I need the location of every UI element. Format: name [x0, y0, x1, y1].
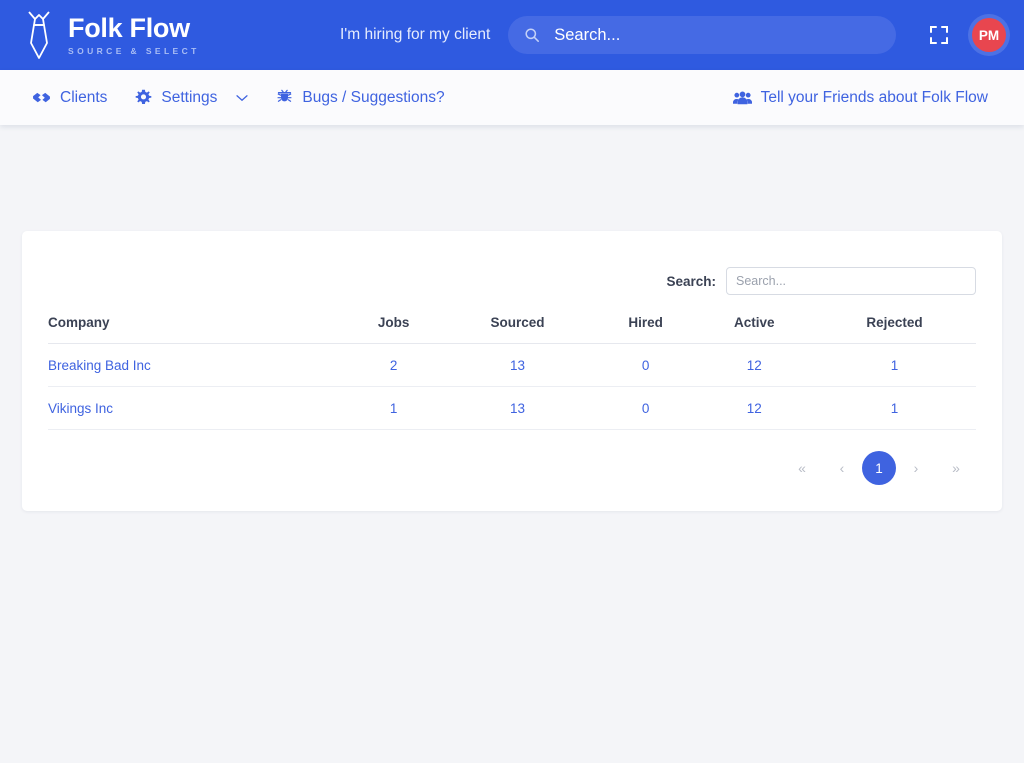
active-link[interactable]: 12 — [747, 401, 762, 416]
cell-active: 12 — [695, 343, 813, 387]
cell-sourced: 13 — [439, 343, 596, 387]
search-icon — [524, 27, 540, 43]
global-search-box[interactable] — [508, 16, 897, 54]
header-right-actions: PM — [928, 18, 1006, 52]
column-header-rejected[interactable]: Rejected — [813, 315, 976, 344]
table-row: Breaking Bad Inc 2 13 0 12 1 — [48, 343, 976, 387]
main-navigation-bar: Clients Settings Bugs / Suggestions? Tel… — [0, 70, 1024, 125]
rejected-link[interactable]: 1 — [891, 358, 899, 373]
column-header-company[interactable]: Company — [48, 315, 348, 344]
active-link[interactable]: 12 — [747, 358, 762, 373]
clients-table: Company Jobs Sourced Hired Active Reject… — [48, 315, 976, 430]
table-header-row: Company Jobs Sourced Hired Active Reject… — [48, 315, 976, 344]
table-header: Company Jobs Sourced Hired Active Reject… — [48, 315, 976, 344]
table-search-label: Search: — [666, 273, 716, 289]
avatar[interactable]: PM — [972, 18, 1006, 52]
column-header-jobs[interactable]: Jobs — [348, 315, 440, 344]
nav-right-group: Tell your Friends about Folk Flow — [719, 89, 1002, 107]
cell-hired: 0 — [595, 343, 696, 387]
pagination-last[interactable]: » — [936, 451, 976, 485]
tie-icon — [22, 9, 56, 61]
nav-item-tell-your-friends[interactable]: Tell your Friends about Folk Flow — [719, 89, 1002, 107]
brand-tagline: SOURCE & SELECT — [68, 45, 200, 56]
cell-company: Vikings Inc — [48, 386, 348, 430]
clients-table-card: Search: Company Jobs Sourced Hired Activ… — [22, 231, 1002, 511]
table-search-input[interactable] — [726, 267, 976, 295]
jobs-link[interactable]: 1 — [390, 401, 398, 416]
nav-item-settings[interactable]: Settings — [121, 89, 262, 107]
global-search-input[interactable] — [552, 24, 881, 46]
nav-item-bugs-suggestions[interactable]: Bugs / Suggestions? — [262, 89, 458, 107]
cell-rejected: 1 — [813, 386, 976, 430]
hired-link[interactable]: 0 — [642, 358, 650, 373]
gear-icon — [135, 89, 152, 106]
pagination-next[interactable]: › — [896, 451, 936, 485]
nav-item-label: Clients — [60, 88, 108, 106]
hired-link[interactable]: 0 — [642, 401, 650, 416]
fullscreen-expand-icon[interactable] — [928, 24, 950, 46]
column-header-hired[interactable]: Hired — [595, 315, 696, 344]
cell-jobs: 2 — [348, 343, 440, 387]
cell-rejected: 1 — [813, 343, 976, 387]
bug-icon — [276, 89, 293, 106]
table-body: Breaking Bad Inc 2 13 0 12 1 Vikings Inc… — [48, 343, 976, 430]
rejected-link[interactable]: 1 — [891, 401, 899, 416]
pagination-first[interactable]: « — [782, 451, 822, 485]
brand-name: Folk Flow — [68, 13, 190, 44]
nav-item-label: Tell your Friends about Folk Flow — [760, 88, 988, 106]
table-row: Vikings Inc 1 13 0 12 1 — [48, 386, 976, 430]
nav-item-label: Settings — [161, 88, 218, 106]
pagination-prev[interactable]: ‹ — [822, 451, 862, 485]
cell-company: Breaking Bad Inc — [48, 343, 348, 387]
cell-hired: 0 — [595, 386, 696, 430]
sourced-link[interactable]: 13 — [510, 401, 525, 416]
chevron-down-icon[interactable] — [236, 94, 249, 102]
sourced-link[interactable]: 13 — [510, 358, 525, 373]
cell-sourced: 13 — [439, 386, 596, 430]
cell-jobs: 1 — [348, 386, 440, 430]
column-header-sourced[interactable]: Sourced — [439, 315, 596, 344]
jobs-link[interactable]: 2 — [390, 358, 398, 373]
top-header-bar: Folk Flow SOURCE & SELECT I'm hiring for… — [0, 0, 1024, 70]
company-link[interactable]: Vikings Inc — [48, 401, 113, 416]
pagination: « ‹ 1 › » — [48, 430, 976, 485]
nav-item-clients[interactable]: Clients — [18, 89, 121, 107]
pagination-page-1[interactable]: 1 — [862, 451, 896, 485]
brand-logo[interactable]: Folk Flow SOURCE & SELECT — [22, 9, 322, 61]
users-group-icon — [732, 91, 752, 105]
table-toolbar: Search: — [48, 253, 976, 315]
company-link[interactable]: Breaking Bad Inc — [48, 358, 151, 373]
column-header-active[interactable]: Active — [695, 315, 813, 344]
handshake-icon — [32, 90, 51, 105]
nav-item-label: Bugs / Suggestions? — [302, 88, 445, 106]
hiring-for-client-label: I'm hiring for my client — [340, 26, 491, 43]
page-content: Search: Company Jobs Sourced Hired Activ… — [0, 231, 1024, 511]
cell-active: 12 — [695, 386, 813, 430]
